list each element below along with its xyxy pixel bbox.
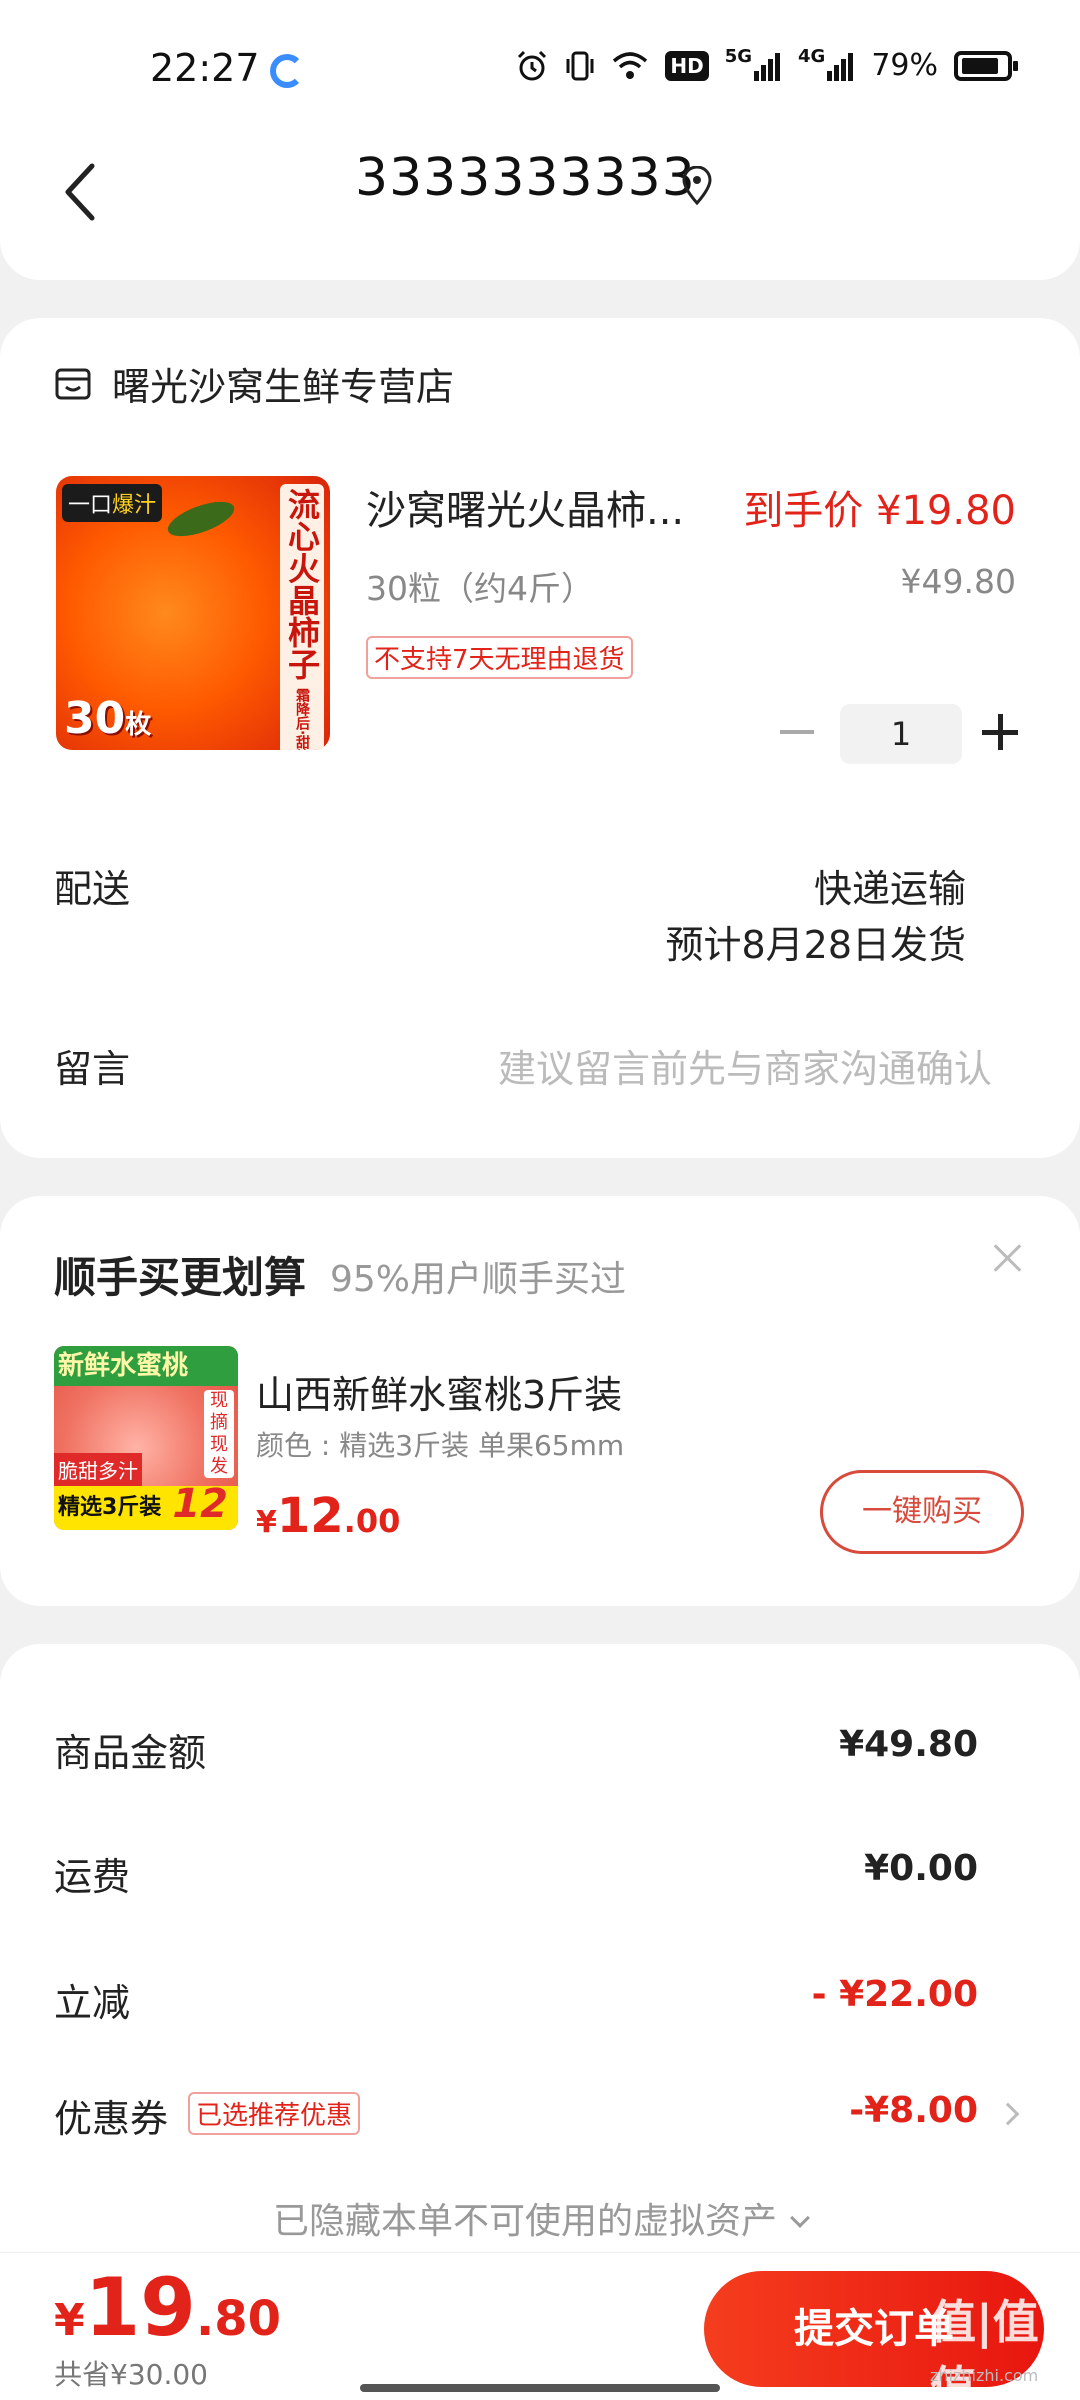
header: 3333333333 xyxy=(0,130,1080,280)
product-spec[interactable]: 30粒（约4斤） xyxy=(366,562,594,610)
shop-row[interactable]: 曙光沙窝生鲜专营店 xyxy=(54,356,454,411)
summary-label-shipping: 运费 xyxy=(54,1855,131,1899)
coupon-recommended-tag: 已选推荐优惠 xyxy=(188,2092,361,2135)
addon-image-top: 新鲜水蜜桃 xyxy=(54,1346,238,1386)
image-vertical-label: 流心火晶柿子 霜降后·甜柿子 xyxy=(280,484,324,750)
checkout-bar: ¥19.80 共省¥30.00 提交订单 xyxy=(0,2252,1080,2400)
no-return-tag: 不支持7天无理由退货 xyxy=(366,636,633,679)
summary-label-discount: 立减 xyxy=(54,1981,131,2025)
shop-name: 曙光沙窝生鲜专营店 xyxy=(112,365,455,409)
close-icon[interactable] xyxy=(992,1242,1024,1274)
summary-value-goods: ¥49.80 xyxy=(839,1724,978,1765)
network-5g: 5G xyxy=(725,46,782,81)
chevron-down-icon xyxy=(790,2208,810,2228)
location-pin-icon[interactable] xyxy=(680,166,714,206)
addon-image-bottom: 精选3斤装 12 xyxy=(54,1482,238,1530)
addon-image-badge: 脆甜多汁 xyxy=(54,1453,142,1486)
shop-icon xyxy=(55,368,91,399)
addon-product-name[interactable]: 山西新鲜水蜜桃3斤装 xyxy=(256,1364,622,1419)
total-price: ¥19.80 xyxy=(54,2261,281,2354)
vibrate-icon xyxy=(566,51,594,80)
product-final-price: 到手价 ¥19.80 xyxy=(743,488,1016,534)
addon-title: 顺手买更划算 xyxy=(54,1253,307,1302)
delivery-date: 预计8月28日发货 xyxy=(665,923,966,967)
status-icons: HD 5G 4G 79% xyxy=(515,46,1018,83)
status-bar: 22:27 HD 5G 4G 79% xyxy=(0,0,1080,140)
home-indicator[interactable] xyxy=(360,2384,720,2392)
signal-icon xyxy=(827,52,854,81)
battery-icon xyxy=(954,50,1018,81)
quantity-input[interactable]: 1 xyxy=(840,704,962,764)
quantity-increase-button[interactable] xyxy=(982,714,1018,750)
price-summary-card: 商品金额 ¥49.80 运费 ¥0.00 立减 - ¥22.00 优惠券 已选推… xyxy=(0,1644,1080,2344)
signal-icon xyxy=(754,52,780,81)
addon-image-side: 现摘现发 xyxy=(204,1390,234,1478)
back-arrow-icon[interactable] xyxy=(56,152,116,232)
image-count-label: 30枚 xyxy=(64,693,152,744)
leaf-decoration xyxy=(163,494,239,544)
delivery-label: 配送 xyxy=(54,867,131,911)
summary-label-coupon[interactable]: 优惠券 xyxy=(54,2088,168,2143)
quantity-decrease-button[interactable] xyxy=(780,730,814,734)
summary-value-shipping: ¥0.00 xyxy=(864,1848,978,1889)
hidden-assets-toggle[interactable]: 已隐藏本单不可使用的虚拟资产 xyxy=(0,2192,1080,2244)
network-4g: 4G xyxy=(798,46,855,81)
battery-percent: 79% xyxy=(871,48,938,83)
hd-badge: HD xyxy=(665,50,709,81)
status-time: 22:27 xyxy=(150,46,260,90)
summary-value-coupon[interactable]: -¥8.00 xyxy=(849,2090,978,2131)
product-original-price: ¥49.80 xyxy=(900,562,1016,601)
loading-spinner-icon xyxy=(270,54,304,88)
product-title[interactable]: 沙窝曙光火晶柿... xyxy=(366,478,684,536)
addon-product-spec: 颜色 : 精选3斤装 单果65mm xyxy=(256,1429,625,1462)
addon-subtitle: 95%用户顺手买过 xyxy=(330,1259,627,1300)
one-click-buy-button[interactable]: 一键购买 xyxy=(820,1470,1024,1554)
chevron-right-icon[interactable] xyxy=(996,2102,1020,2126)
order-item-card: 曙光沙窝生鲜专营店 一口爆汁 流心火晶柿子 霜降后·甜柿子 30枚 沙窝曙光火晶… xyxy=(0,318,1080,1158)
addon-product-image[interactable]: 新鲜水蜜桃 现摘现发 脆甜多汁 精选3斤装 12 xyxy=(54,1346,238,1530)
alarm-icon xyxy=(518,50,547,80)
image-tag: 一口爆汁 xyxy=(62,484,163,522)
addon-product-price: ¥12.00 xyxy=(256,1488,401,1544)
note-input[interactable]: 建议留言前先与商家沟通确认 xyxy=(498,1038,992,1093)
summary-label-goods: 商品金额 xyxy=(54,1731,207,1775)
page-title: 3333333333 xyxy=(355,148,696,208)
product-image[interactable]: 一口爆汁 流心火晶柿子 霜降后·甜柿子 30枚 xyxy=(56,476,330,750)
wifi-icon xyxy=(613,51,648,79)
addon-card: 顺手买更划算 95%用户顺手买过 新鲜水蜜桃 现摘现发 脆甜多汁 精选3斤装 12… xyxy=(0,1196,1080,1606)
summary-value-discount: - ¥22.00 xyxy=(811,1974,978,2015)
watermark-url: zhizhizhi.com xyxy=(930,2366,1039,2385)
delivery-method: 快递运输 xyxy=(813,867,966,911)
total-saved: 共省¥30.00 xyxy=(54,2358,208,2391)
note-label: 留言 xyxy=(54,1047,131,1091)
